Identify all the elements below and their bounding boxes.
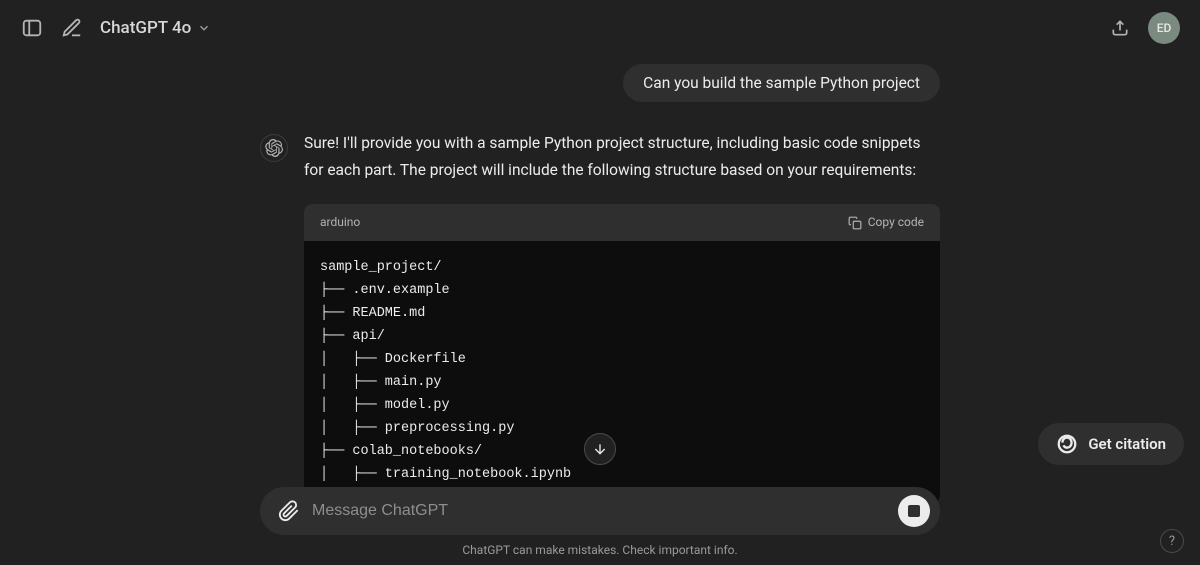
attach-file-button[interactable] — [278, 500, 300, 522]
assistant-text: Sure! I'll provide you with a sample Pyt… — [304, 130, 940, 184]
assistant-content: Sure! I'll provide you with a sample Pyt… — [304, 130, 940, 503]
stop-icon — [908, 505, 920, 517]
new-chat-button[interactable] — [60, 16, 84, 40]
citation-icon — [1056, 433, 1078, 455]
scroll-to-bottom-button[interactable] — [584, 433, 616, 465]
chevron-down-icon — [197, 21, 211, 35]
code-header: arduino Copy code — [304, 204, 940, 241]
arrow-down-icon — [592, 441, 608, 457]
input-wrapper — [260, 487, 940, 535]
openai-logo-icon — [265, 139, 283, 157]
help-button[interactable]: ? — [1160, 529, 1184, 553]
help-label: ? — [1169, 534, 1175, 549]
stop-generating-button[interactable] — [898, 495, 930, 527]
model-name: ChatGPT 4o — [100, 18, 191, 38]
share-button[interactable] — [1108, 16, 1132, 40]
code-language-label: arduino — [320, 212, 360, 233]
user-avatar[interactable]: ED — [1148, 12, 1180, 44]
avatar-initials: ED — [1157, 21, 1172, 35]
input-area: ChatGPT can make mistakes. Check importa… — [0, 487, 1200, 565]
code-block: arduino Copy code sample_project/ ├── .e… — [304, 204, 940, 502]
app-header: ChatGPT 4o ED — [0, 0, 1200, 56]
copy-icon — [848, 216, 862, 230]
code-body: sample_project/ ├── .env.example ├── REA… — [304, 241, 940, 502]
header-left: ChatGPT 4o — [20, 16, 211, 40]
input-container: ChatGPT can make mistakes. Check importa… — [230, 487, 970, 557]
toggle-sidebar-button[interactable] — [20, 16, 44, 40]
model-selector[interactable]: ChatGPT 4o — [100, 18, 211, 38]
message-input[interactable] — [312, 502, 886, 520]
header-right: ED — [1108, 12, 1180, 44]
disclaimer-text: ChatGPT can make mistakes. Check importa… — [260, 535, 940, 557]
main-area: Can you build the sample Python project … — [0, 56, 1200, 565]
get-citation-button[interactable]: Get citation — [1038, 423, 1184, 465]
copy-code-button[interactable]: Copy code — [848, 212, 924, 233]
citation-label: Get citation — [1088, 435, 1166, 453]
paperclip-icon — [278, 500, 300, 522]
user-message: Can you build the sample Python project — [260, 64, 940, 102]
user-bubble: Can you build the sample Python project — [623, 64, 940, 102]
copy-code-label: Copy code — [868, 212, 924, 233]
assistant-avatar — [260, 134, 288, 162]
